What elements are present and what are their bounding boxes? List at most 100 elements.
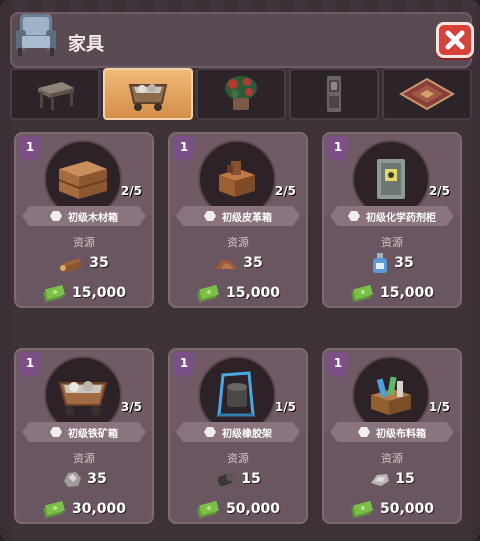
close-icon xyxy=(445,30,465,50)
hex-icon xyxy=(50,211,62,221)
item-card-cloth-box[interactable]: 1 1/5 初级布料箱 资源 15 50,000 xyxy=(322,348,462,524)
ore-cart-icon xyxy=(128,84,168,111)
ore-cart-icon xyxy=(58,381,108,416)
item-card-leather-box[interactable]: 1 2/5 初级皮革箱 资源 35 15,000 xyxy=(168,132,308,308)
logs-icon xyxy=(60,258,83,273)
build-cost[interactable]: 15,000 xyxy=(324,282,460,304)
chemical-bottle-icon xyxy=(373,253,388,273)
cost-amount: 15,000 xyxy=(225,285,281,301)
resource-amount: 35 xyxy=(394,255,414,271)
progress-count: 1/5 xyxy=(274,400,296,414)
locker-icon xyxy=(327,76,341,112)
cash-icon xyxy=(350,500,373,518)
cost-amount: 15,000 xyxy=(379,285,435,301)
progress-count: 2/5 xyxy=(120,184,142,198)
item-card-iron-ore-box[interactable]: 1 3/5 初级铁矿箱 资源 35 30,000 xyxy=(14,348,154,524)
cost-amount: 50,000 xyxy=(225,501,281,517)
item-name-banner: 初级橡胶架 xyxy=(176,422,300,442)
cash-icon xyxy=(350,284,373,302)
resource-label: 资源 xyxy=(381,452,403,465)
item-card-chemical-cabinet[interactable]: 1 2/5 初级化学药剂柜 资源 35 15,000 xyxy=(322,132,462,308)
hex-icon xyxy=(204,427,216,437)
resource-label: 资源 xyxy=(227,236,249,249)
resource-label: 资源 xyxy=(227,452,249,465)
tab-storage[interactable] xyxy=(103,68,193,120)
item-name: 初级橡胶架 xyxy=(222,428,272,440)
resource-requirement: 15 xyxy=(324,468,460,490)
cloth-icon xyxy=(371,474,390,486)
build-cost[interactable]: 15,000 xyxy=(170,282,306,304)
resource-requirement: 35 xyxy=(16,468,152,490)
rug-icon xyxy=(399,77,455,111)
progress-count: 2/5 xyxy=(428,184,450,198)
tab-tables[interactable] xyxy=(10,68,100,120)
progress-count: 1/5 xyxy=(428,400,450,414)
tab-lockers[interactable] xyxy=(289,68,379,120)
leather-icon xyxy=(215,259,238,269)
cost-amount: 50,000 xyxy=(379,501,435,517)
resource-amount: 15 xyxy=(241,471,261,487)
plant-icon xyxy=(225,76,257,110)
leather-box-icon xyxy=(219,161,255,197)
iron-ore-icon xyxy=(64,472,82,487)
item-name-banner: 初级布料箱 xyxy=(330,422,454,442)
build-cost[interactable]: 30,000 xyxy=(16,498,152,520)
item-card-wood-crate[interactable]: 1 2/5 初级木材箱 资源 35 15,000 xyxy=(14,132,154,308)
tab-rugs[interactable] xyxy=(382,68,472,120)
level-badge: 1 xyxy=(174,352,194,378)
level-badge: 1 xyxy=(174,136,194,162)
resource-requirement: 35 xyxy=(324,252,460,274)
resource-requirement: 35 xyxy=(170,252,306,274)
item-name-banner: 初级铁矿箱 xyxy=(22,422,146,442)
hex-icon xyxy=(358,427,370,437)
level-badge: 1 xyxy=(328,136,348,162)
item-card-rubber-rack[interactable]: 1 1/5 初级橡胶架 资源 15 50,000 xyxy=(168,348,308,524)
item-name: 初级皮革箱 xyxy=(222,212,272,224)
cash-icon xyxy=(196,284,219,302)
resource-requirement: 35 xyxy=(16,252,152,274)
window-title: 家具 xyxy=(68,34,104,55)
cash-icon xyxy=(42,500,65,518)
table-icon xyxy=(38,82,74,110)
cloth-box-icon xyxy=(371,376,411,415)
level-badge: 1 xyxy=(20,352,40,378)
close-button[interactable] xyxy=(436,22,474,58)
build-cost[interactable]: 50,000 xyxy=(324,498,460,520)
armchair-icon xyxy=(10,8,62,60)
item-name-banner: 初级皮革箱 xyxy=(176,206,300,226)
build-cost[interactable]: 50,000 xyxy=(170,498,306,520)
category-tabs xyxy=(10,68,472,120)
progress-count: 3/5 xyxy=(120,400,142,414)
resource-amount: 15 xyxy=(395,471,415,487)
resource-amount: 35 xyxy=(243,255,263,271)
chemical-cabinet-icon xyxy=(377,159,405,199)
hex-icon xyxy=(50,427,62,437)
item-name: 初级木材箱 xyxy=(68,212,118,224)
progress-count: 2/5 xyxy=(274,184,296,198)
resource-label: 资源 xyxy=(73,236,95,249)
resource-label: 资源 xyxy=(73,452,95,465)
cash-icon xyxy=(42,284,65,302)
resource-requirement: 15 xyxy=(170,468,306,490)
item-name: 初级铁矿箱 xyxy=(68,428,118,440)
wood-crate-icon xyxy=(58,161,108,199)
item-name-banner: 初级木材箱 xyxy=(22,206,146,226)
item-name-banner: 初级化学药剂柜 xyxy=(330,206,454,226)
hex-icon xyxy=(348,211,360,221)
cost-amount: 30,000 xyxy=(71,501,127,517)
item-name: 初级布料箱 xyxy=(376,428,426,440)
level-badge: 1 xyxy=(20,136,40,162)
build-cost[interactable]: 15,000 xyxy=(16,282,152,304)
resource-amount: 35 xyxy=(89,255,109,271)
cost-amount: 15,000 xyxy=(71,285,127,301)
resource-label: 资源 xyxy=(381,236,403,249)
rubber-icon xyxy=(217,473,235,487)
item-name: 初级化学药剂柜 xyxy=(366,212,436,224)
tab-plants[interactable] xyxy=(196,68,286,120)
furniture-window: 家具 1 2/5 初级木材箱 资源 35 15,000 1 2/5 初级皮革箱 … xyxy=(0,0,480,541)
hex-icon xyxy=(204,211,216,221)
resource-amount: 35 xyxy=(87,471,107,487)
rubber-rack-icon xyxy=(217,371,255,417)
level-badge: 1 xyxy=(328,352,348,378)
cash-icon xyxy=(196,500,219,518)
